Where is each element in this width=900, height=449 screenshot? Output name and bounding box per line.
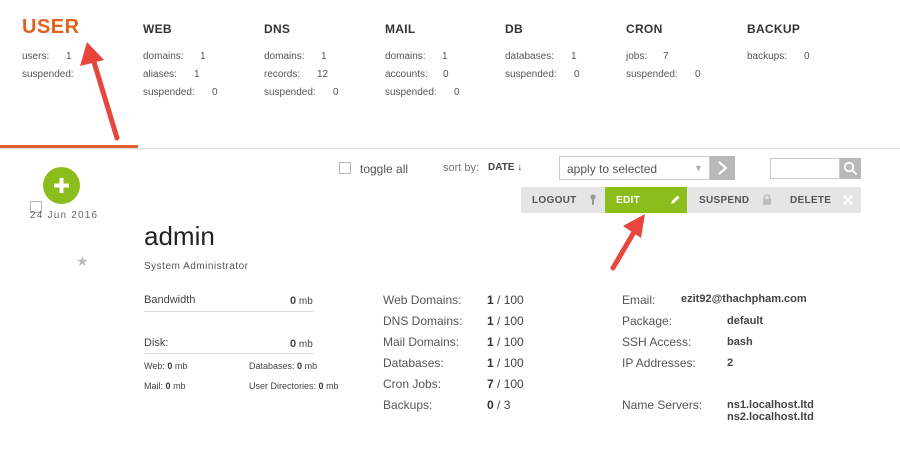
annotation-arrows — [80, 42, 645, 271]
annotation-arrow-user — [80, 42, 120, 141]
annotation-arrow-edit — [610, 214, 645, 271]
